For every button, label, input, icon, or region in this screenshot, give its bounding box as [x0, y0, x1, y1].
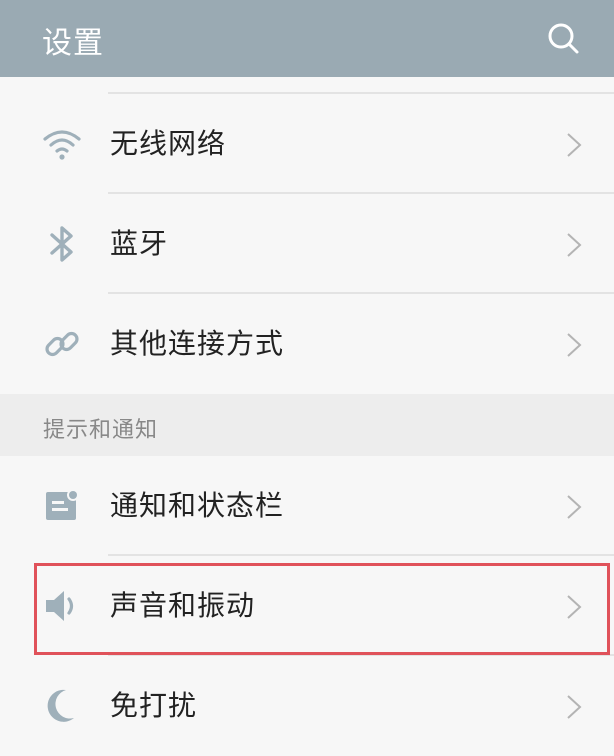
search-icon: [548, 23, 579, 54]
notification-icon: [38, 482, 86, 530]
link-icon: [38, 320, 86, 368]
highlight-box: [34, 563, 610, 655]
chevron-right-icon: [567, 233, 582, 257]
chevron-right-icon: [567, 333, 582, 357]
section-title: 提示和通知: [43, 418, 159, 443]
settings-item-wifi[interactable]: 无线网络: [0, 94, 614, 194]
settings-item-notifications[interactable]: 通知和状态栏: [0, 456, 614, 556]
section-header: 提示和通知: [0, 394, 614, 456]
moon-icon: [38, 682, 86, 730]
settings-item-label: 免打扰: [110, 689, 198, 722]
settings-item-do-not-disturb[interactable]: 免打扰: [0, 656, 614, 756]
settings-item-bluetooth[interactable]: 蓝牙: [0, 194, 614, 294]
bluetooth-icon: [38, 220, 86, 268]
search-button[interactable]: [542, 17, 584, 59]
chevron-right-icon: [567, 133, 582, 157]
page-title: 设置: [42, 26, 104, 61]
wifi-icon: [38, 120, 86, 168]
app-header: 设置: [0, 0, 614, 77]
settings-item-label: 通知和状态栏: [110, 489, 285, 522]
settings-item-label: 其他连接方式: [110, 327, 285, 360]
chevron-right-icon: [567, 495, 582, 519]
chevron-right-icon: [567, 695, 582, 719]
settings-item-label: 无线网络: [110, 127, 227, 160]
settings-item-label: 蓝牙: [110, 227, 169, 260]
settings-item-other-connections[interactable]: 其他连接方式: [0, 294, 614, 394]
